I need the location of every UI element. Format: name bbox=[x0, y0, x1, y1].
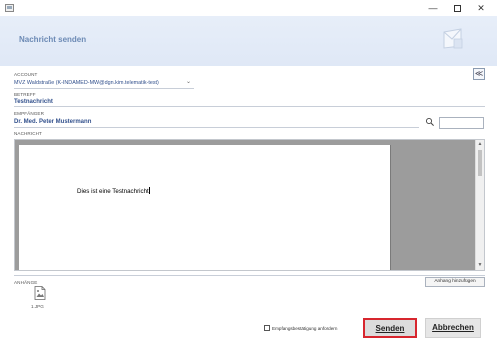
add-attachment-button[interactable]: Anhang hinzufügen bbox=[425, 277, 485, 287]
maximize-button[interactable] bbox=[446, 1, 468, 15]
scroll-up-icon[interactable]: ▲ bbox=[476, 140, 484, 149]
mail-envelope-icon bbox=[443, 28, 463, 49]
editor-vertical-scrollbar[interactable]: ▲ ▼ bbox=[475, 140, 484, 270]
close-button[interactable]: ✕ bbox=[470, 1, 492, 15]
receipt-checkbox[interactable] bbox=[264, 325, 270, 331]
app-icon bbox=[5, 4, 14, 12]
minimize-button[interactable]: — bbox=[422, 1, 444, 15]
attachments-separator bbox=[14, 275, 485, 276]
recipient-underline bbox=[14, 127, 419, 128]
receipt-checkbox-row[interactable]: Empfangsbestätigung anfordern bbox=[264, 325, 337, 331]
collapse-panel-button[interactable]: ≪ bbox=[473, 68, 485, 80]
recipient-label: EMPFÄNGER bbox=[14, 111, 44, 116]
recipient-search-input[interactable] bbox=[439, 117, 484, 129]
account-label: ACCOUNT bbox=[14, 72, 38, 77]
text-caret bbox=[148, 187, 150, 194]
account-select-value[interactable]: MVZ Waldstraße (K-INDAMED-MW@dgn.kim.tel… bbox=[14, 80, 159, 86]
recipient-input[interactable]: Dr. Med. Peter Mustermann bbox=[14, 119, 91, 125]
image-file-icon[interactable] bbox=[34, 286, 46, 300]
receipt-label: Empfangsbestätigung anfordern bbox=[272, 326, 338, 331]
dialog-title: Nachricht senden bbox=[19, 35, 87, 44]
search-icon[interactable] bbox=[425, 117, 435, 127]
subject-underline bbox=[14, 106, 485, 107]
maximize-icon bbox=[453, 5, 461, 13]
editor-page[interactable]: Dies ist eine Testnachricht bbox=[19, 145, 391, 270]
send-button[interactable]: Senden bbox=[363, 318, 417, 338]
account-underline bbox=[14, 88, 194, 89]
message-text: Dies ist eine Testnachricht bbox=[77, 188, 149, 195]
subject-input[interactable]: Testnachricht bbox=[14, 99, 53, 105]
attachment-file-name[interactable]: 1.JPG bbox=[31, 304, 44, 309]
cancel-button[interactable]: Abbrechen bbox=[425, 318, 481, 338]
attachments-label: ANHÄNGE bbox=[14, 280, 38, 285]
window-titlebar: — ✕ bbox=[0, 0, 497, 16]
scroll-down-icon[interactable]: ▼ bbox=[476, 261, 484, 270]
message-editor[interactable]: Dies ist eine Testnachricht ▲ ▼ bbox=[14, 139, 485, 271]
chevron-down-icon[interactable]: ⌄ bbox=[186, 78, 191, 85]
message-text-line[interactable]: Dies ist eine Testnachricht bbox=[77, 187, 150, 195]
dialog-header: Nachricht senden bbox=[0, 16, 497, 66]
subject-label: BETREFF bbox=[14, 92, 36, 97]
scrollbar-thumb[interactable] bbox=[478, 150, 482, 176]
message-label: NACHRICHT bbox=[14, 131, 42, 136]
